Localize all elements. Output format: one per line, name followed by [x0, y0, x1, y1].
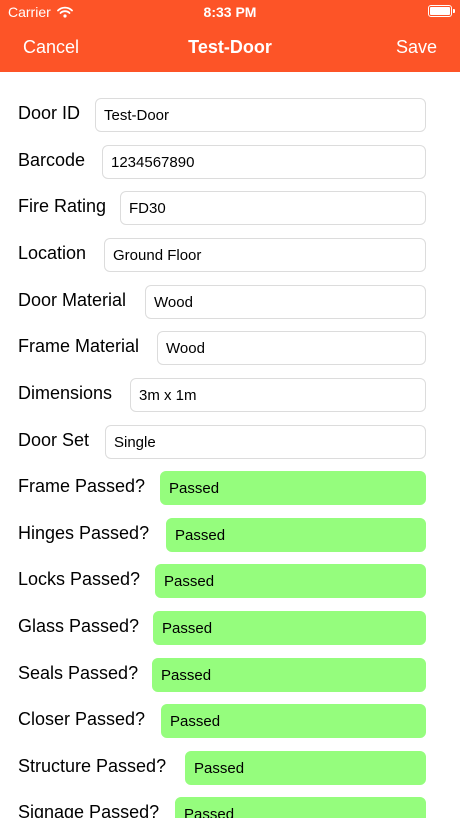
form-row-locks-passed: Locks Passed? [0, 564, 460, 600]
door-set-label: Door Set [18, 430, 90, 450]
door-set-field[interactable] [105, 425, 426, 459]
status-bar: Carrier 8:33 PM [0, 0, 460, 24]
locks-passed-field[interactable] [155, 564, 426, 598]
clock: 8:33 PM [203, 4, 257, 20]
form-row-location: Location [0, 238, 460, 274]
header: Carrier 8:33 PM Cancel Test-Door Save [0, 0, 460, 72]
form-row-fire-rating: Fire Rating [0, 191, 460, 227]
frame-passed-field[interactable] [160, 471, 426, 505]
glass-passed-label: Glass Passed? [18, 616, 140, 636]
form-row-frame-material: Frame Material [0, 331, 460, 367]
seals-passed-field[interactable] [152, 658, 426, 692]
form-row-door-material: Door Material [0, 285, 460, 321]
door-material-label: Door Material [18, 290, 127, 310]
hinges-passed-field[interactable] [166, 518, 426, 552]
form-row-glass-passed: Glass Passed? [0, 611, 460, 647]
door-edit-screen: Carrier 8:33 PM Cancel Test-Door Save Do… [0, 0, 460, 818]
form-row-door-set: Door Set [0, 425, 460, 461]
structure-passed-label: Structure Passed? [18, 756, 167, 776]
location-field[interactable] [104, 238, 426, 272]
barcode-label: Barcode [18, 150, 86, 170]
form-row-dimensions: Dimensions [0, 378, 460, 414]
fire-rating-label: Fire Rating [18, 196, 107, 216]
form-row-seals-passed: Seals Passed? [0, 658, 460, 694]
frame-material-field[interactable] [157, 331, 426, 365]
closer-passed-field[interactable] [161, 704, 426, 738]
door-material-field[interactable] [145, 285, 426, 319]
signage-passed-field[interactable] [175, 797, 426, 818]
seals-passed-label: Seals Passed? [18, 663, 139, 683]
structure-passed-field[interactable] [185, 751, 426, 785]
fire-rating-field[interactable] [120, 191, 426, 225]
frame-material-label: Frame Material [18, 336, 140, 356]
door-id-field[interactable] [95, 98, 426, 132]
form-row-hinges-passed: Hinges Passed? [0, 518, 460, 554]
signage-passed-label: Signage Passed? [18, 802, 160, 818]
navigation-bar: Cancel Test-Door Save [0, 24, 460, 72]
door-id-label: Door ID [18, 103, 81, 123]
form-row-structure-passed: Structure Passed? [0, 751, 460, 787]
battery-icon [428, 5, 455, 17]
dimensions-field[interactable] [130, 378, 426, 412]
location-label: Location [18, 243, 87, 263]
hinges-passed-label: Hinges Passed? [18, 523, 150, 543]
barcode-field[interactable] [102, 145, 426, 179]
form-row-barcode: Barcode [0, 145, 460, 181]
locks-passed-label: Locks Passed? [18, 569, 141, 589]
save-button[interactable]: Save [396, 37, 437, 58]
cancel-button[interactable]: Cancel [23, 37, 79, 58]
closer-passed-label: Closer Passed? [18, 709, 146, 729]
glass-passed-field[interactable] [153, 611, 426, 645]
form-row-door-id: Door ID [0, 98, 460, 134]
form-row-closer-passed: Closer Passed? [0, 704, 460, 740]
form-row-signage-passed: Signage Passed? [0, 797, 460, 818]
frame-passed-label: Frame Passed? [18, 476, 146, 496]
form-row-frame-passed: Frame Passed? [0, 471, 460, 507]
dimensions-label: Dimensions [18, 383, 113, 403]
